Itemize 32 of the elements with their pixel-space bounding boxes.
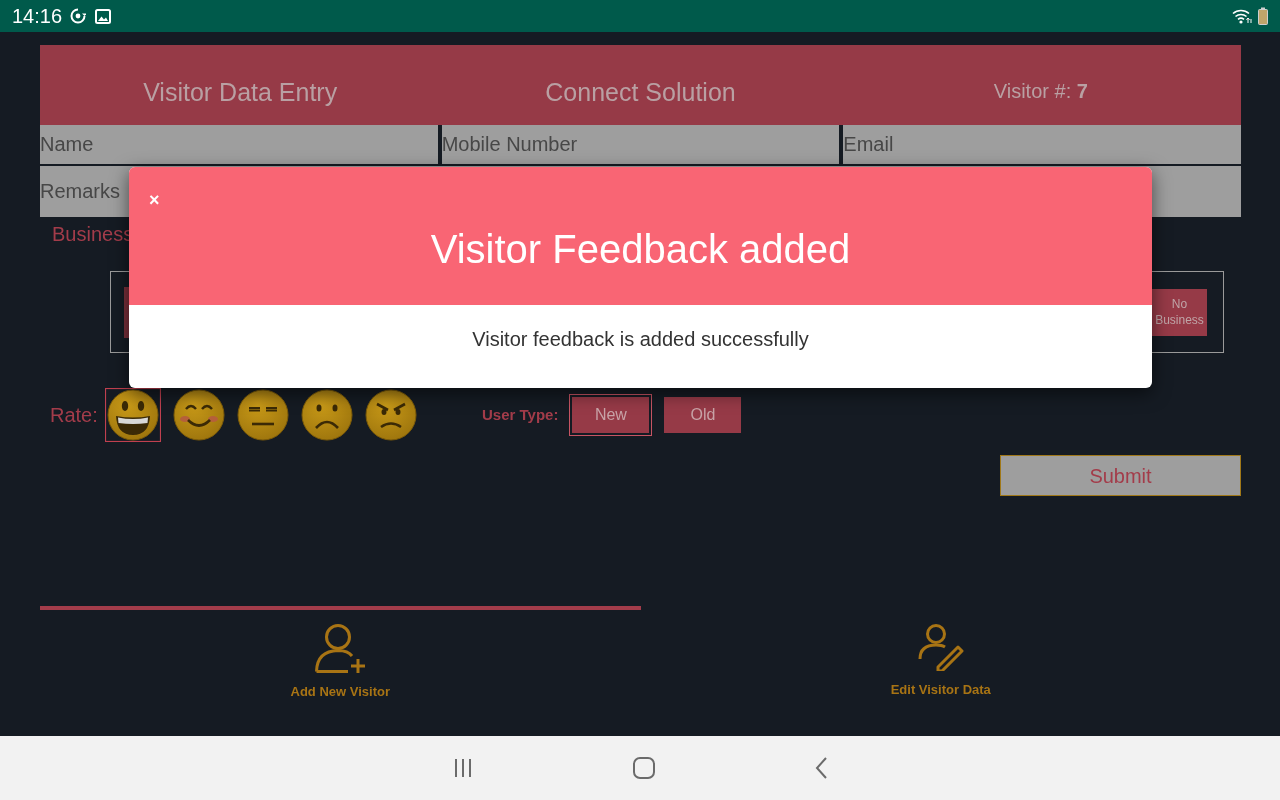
recent-apps-icon[interactable] xyxy=(453,758,473,778)
visitor-number: Visitor #: 7 xyxy=(993,80,1088,102)
sync-icon xyxy=(70,8,87,24)
company-name: Connect Solution xyxy=(545,77,736,106)
grinning-face-icon[interactable] xyxy=(105,388,161,442)
image-icon xyxy=(95,8,112,24)
battery-icon xyxy=(1258,7,1268,25)
dialog-title: Visitor Feedback added xyxy=(429,226,852,273)
frowning-face-icon[interactable] xyxy=(301,389,353,441)
back-icon[interactable] xyxy=(815,757,827,779)
email-field[interactable]: Email xyxy=(843,125,1241,164)
add-user-icon xyxy=(314,623,367,673)
name-field[interactable]: Name xyxy=(40,125,438,164)
dialog-message: Visitor feedback is added successfully xyxy=(472,327,809,351)
angry-face-icon[interactable] xyxy=(365,389,417,441)
clock-time: 14:16 xyxy=(12,4,63,28)
section-label: Business xyxy=(51,222,134,246)
option-button[interactable]: No Business xyxy=(1152,288,1207,336)
page-title: Visitor Data Entry xyxy=(143,77,338,106)
rate-label: Rate: xyxy=(49,403,99,427)
mobile-field[interactable]: Mobile Number xyxy=(441,125,840,164)
close-button[interactable]: × xyxy=(149,187,160,213)
user-type-button[interactable]: New xyxy=(569,394,653,436)
wifi-icon xyxy=(1232,8,1252,24)
submit-button[interactable]: Submit xyxy=(1000,455,1241,496)
user-type-label: User Type: xyxy=(482,404,559,425)
home-icon[interactable] xyxy=(633,757,655,779)
tab[interactable]: Edit Visitor Data xyxy=(640,606,1241,736)
neutral-face-icon[interactable] xyxy=(237,389,289,441)
smiling-face-icon[interactable] xyxy=(173,389,225,441)
user-type-button[interactable]: Old xyxy=(664,397,742,433)
edit-user-icon xyxy=(917,623,964,671)
